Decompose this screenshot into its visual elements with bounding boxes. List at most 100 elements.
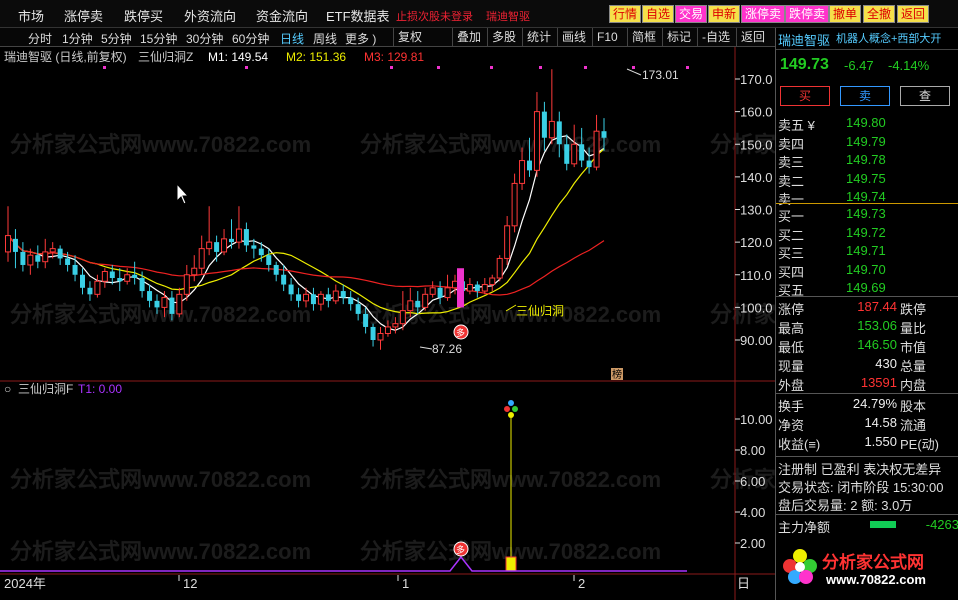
m1-value: M1: 149.54 xyxy=(208,50,268,64)
sub-axis-label: 10.00 xyxy=(740,412,773,427)
period-60min[interactable]: 60分钟 xyxy=(232,30,269,47)
logo-text: 分析家公式网 xyxy=(822,553,924,572)
tool-back[interactable]: 返回 xyxy=(736,28,769,47)
tool-stats[interactable]: 统计 xyxy=(522,28,555,47)
period-weekly[interactable]: 周线 xyxy=(313,30,337,47)
signal-candle xyxy=(457,268,464,308)
cancel-all-button[interactable]: 全撤 xyxy=(863,5,896,23)
indicator-main: 三仙归洞Z xyxy=(138,50,193,64)
period-30min[interactable]: 30分钟 xyxy=(186,30,223,47)
period-more[interactable]: 更多 ) xyxy=(345,30,376,47)
candle-body xyxy=(377,332,384,341)
book-row[interactable]: 卖三 149.78 xyxy=(776,152,958,170)
menu-market[interactable]: 市场 xyxy=(18,6,44,25)
candle-body xyxy=(407,300,414,312)
top-marker xyxy=(390,66,393,69)
candle-body xyxy=(147,291,153,301)
top-marker xyxy=(437,66,440,69)
candle-body xyxy=(235,228,242,243)
high-pointer xyxy=(626,68,642,76)
kline-chart[interactable]: 分析家公式网www.70822.com 分析家公式网www.70822.com … xyxy=(0,47,775,600)
candle-body xyxy=(310,294,316,305)
tool-simple[interactable]: 简框 xyxy=(627,28,660,47)
current-price: 149.73 xyxy=(780,56,829,73)
kline-svg[interactable]: 分析家公式网www.70822.com 分析家公式网www.70822.com … xyxy=(0,47,775,600)
cancel-order-button[interactable]: 撤单 xyxy=(829,5,862,23)
period-daily[interactable]: 日线 xyxy=(280,30,304,47)
menu-etf-table[interactable]: ETF数据表 xyxy=(326,6,390,25)
price-pct: -4.14% xyxy=(888,58,930,73)
book-price: 149.80 xyxy=(846,115,886,130)
candle-body xyxy=(139,278,145,292)
book-row[interactable]: 卖一 149.74 xyxy=(776,189,958,207)
book-label: 买二 xyxy=(778,227,805,243)
tool-multi[interactable]: 多股 xyxy=(487,28,520,47)
menu-limit-up-sell[interactable]: 涨停卖 xyxy=(64,6,103,25)
book-price: 149.73 xyxy=(846,206,886,221)
period-timeshare[interactable]: 分时 xyxy=(28,30,52,47)
menu-limit-down-buy[interactable]: 跌停买 xyxy=(124,6,163,25)
book-row[interactable]: 卖四 149.79 xyxy=(776,134,958,152)
ipo-button[interactable]: 申新 xyxy=(708,5,741,23)
period-15min[interactable]: 15分钟 xyxy=(140,30,177,47)
tool-adjust[interactable]: 复权 xyxy=(393,28,426,47)
signal-label: 三仙归洞 xyxy=(516,304,564,318)
book-row[interactable]: 卖五 ¥ 149.80 xyxy=(776,115,958,133)
book-row[interactable]: 卖二 149.75 xyxy=(776,171,958,189)
query-button[interactable]: 查 xyxy=(900,86,950,106)
tool-overlay[interactable]: 叠加 xyxy=(452,28,485,47)
candle-body xyxy=(317,293,324,305)
quote-button[interactable]: 行情 xyxy=(609,5,642,23)
book-price: 149.71 xyxy=(846,243,886,259)
candle-body xyxy=(384,326,391,334)
menu-foreign-flow[interactable]: 外资流向 xyxy=(184,6,236,25)
candle-body xyxy=(481,284,488,292)
book-price: 149.72 xyxy=(846,224,886,240)
candle-body xyxy=(206,241,213,250)
stat-value: 1.550 xyxy=(864,434,897,449)
book-row[interactable]: 买三 149.71 xyxy=(776,243,958,261)
candle-body xyxy=(251,245,257,249)
candle-body xyxy=(12,238,18,252)
stat-row: 涨停 187.44 跌停 xyxy=(776,299,958,317)
candle-body xyxy=(340,291,346,298)
limit-up-sell-button[interactable]: 涨停卖 xyxy=(741,5,786,23)
price-axis-label: 140.0 xyxy=(740,170,773,185)
period-toolbar: 分时 1分钟 5分钟 15分钟 30分钟 60分钟 日线 周线 更多 ) 复权 … xyxy=(0,28,775,47)
menu-fund-flow[interactable]: 资金流向 xyxy=(256,6,308,25)
tool-remove-watch[interactable]: -自选 xyxy=(697,28,734,47)
book-row[interactable]: 买一 149.73 xyxy=(776,206,958,224)
tool-f10[interactable]: F10 xyxy=(592,28,622,47)
sub-axis-label: 8.00 xyxy=(740,443,765,458)
limit-down-sell-button[interactable]: 跌停卖 xyxy=(785,5,830,23)
watchlist-button[interactable]: 自选 xyxy=(642,5,675,23)
book-row[interactable]: 买二 149.72 xyxy=(776,225,958,243)
x-label-2024: 2024年 xyxy=(4,576,46,591)
mouse-cursor-icon xyxy=(176,182,190,205)
top-markers xyxy=(103,66,689,69)
tool-mark[interactable]: 标记 xyxy=(662,28,695,47)
candle-body xyxy=(214,242,220,252)
book-label: 卖二 xyxy=(778,173,805,189)
back-button[interactable]: 返回 xyxy=(897,5,930,23)
tool-draw[interactable]: 画线 xyxy=(557,28,590,47)
candle-body xyxy=(504,225,511,259)
stat-label: 换手 xyxy=(778,399,805,414)
trade-button[interactable]: 交易 xyxy=(675,5,708,23)
book-price: 149.75 xyxy=(846,170,886,186)
candle-body xyxy=(124,274,131,282)
buy-button[interactable]: 买 xyxy=(780,86,830,106)
period-1min[interactable]: 1分钟 xyxy=(62,30,93,47)
top-marker xyxy=(490,66,493,69)
book-row[interactable]: 买四 149.70 xyxy=(776,262,958,280)
stat-row: 净资 14.58 流通 xyxy=(776,415,958,433)
candle-body xyxy=(429,287,436,295)
candle-body xyxy=(154,300,160,308)
candle-body xyxy=(325,294,331,301)
stat-label-right: 跌停 xyxy=(900,302,927,317)
quote-panel: 瑞迪智驱 机器人概念+西部大开 149.73 -6.47 -4.14% 买 卖 … xyxy=(775,28,958,600)
period-5min[interactable]: 5分钟 xyxy=(101,30,132,47)
watermark: 分析家公式网www.70822.com xyxy=(10,467,311,492)
stat-row: 现量 430 总量 xyxy=(776,356,958,374)
sell-button[interactable]: 卖 xyxy=(840,86,890,106)
